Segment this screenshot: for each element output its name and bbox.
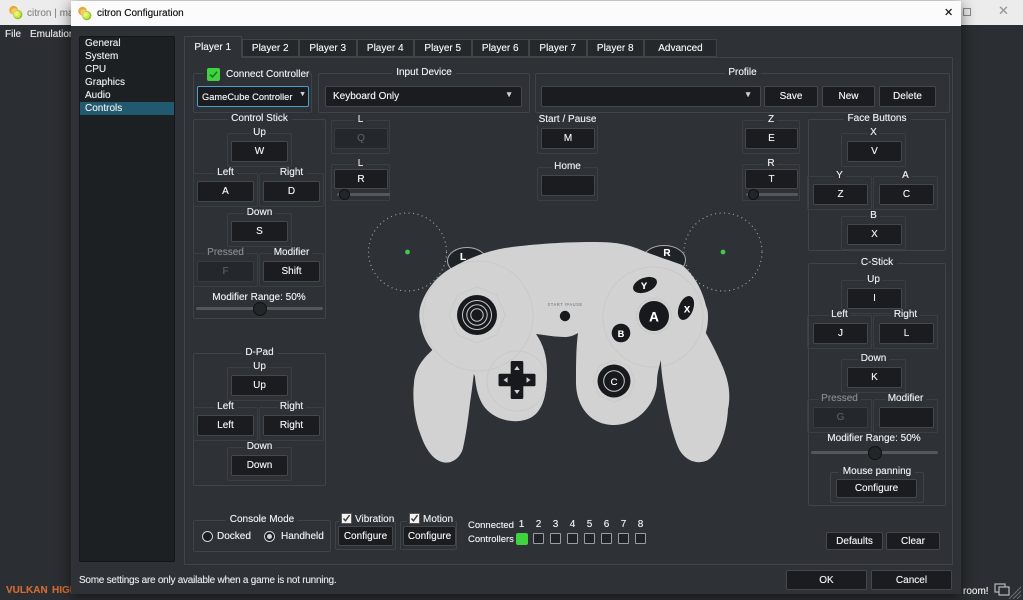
svg-text:R: R [663, 248, 671, 259]
svg-text:A: A [649, 310, 659, 325]
svg-text:Y: Y [641, 281, 648, 292]
svg-text:B: B [618, 329, 625, 339]
svg-text:C: C [611, 377, 618, 388]
svg-text:L: L [460, 252, 466, 263]
svg-text:START /PAUSE: START /PAUSE [548, 302, 583, 307]
svg-text:X: X [684, 305, 691, 316]
